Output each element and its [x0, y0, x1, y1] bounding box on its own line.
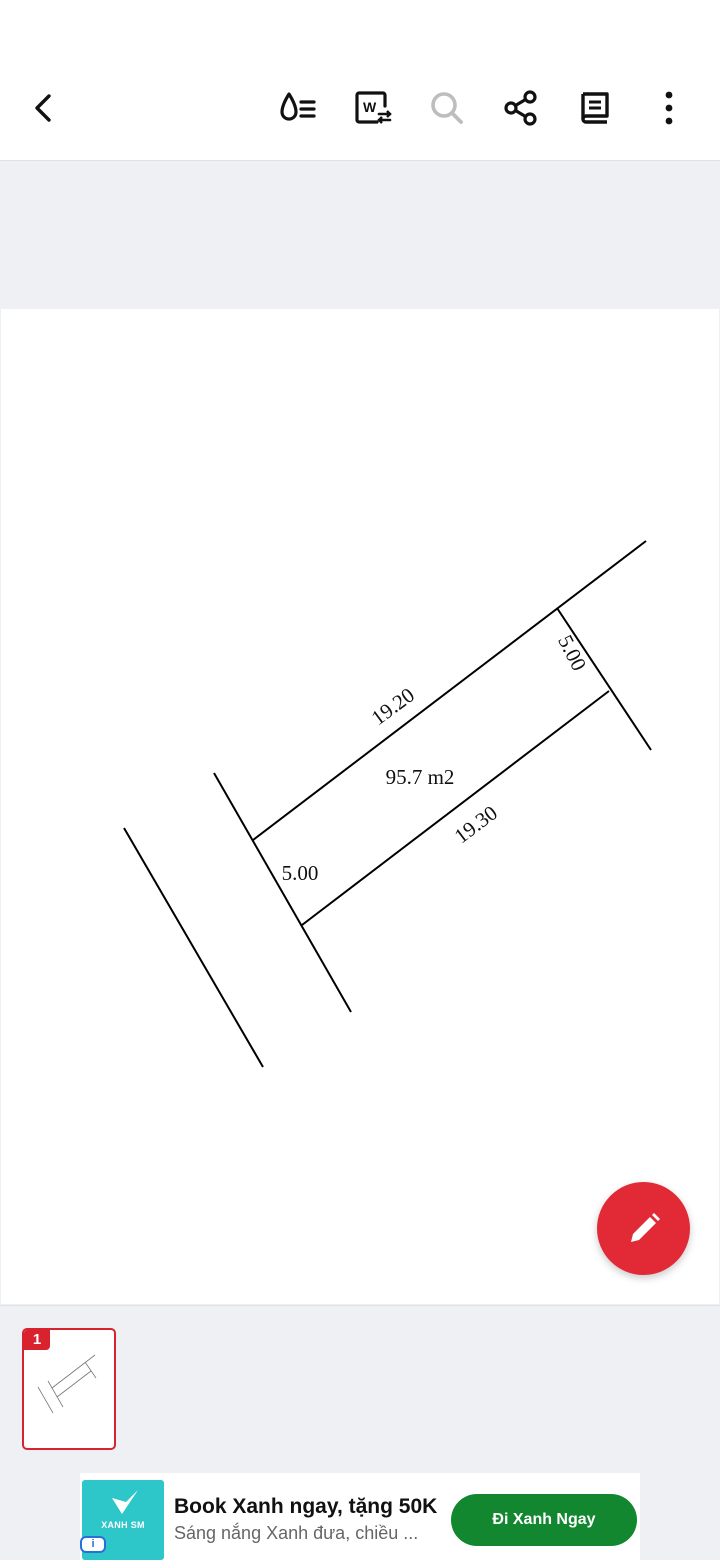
- xanh-sm-logo-icon: [112, 1490, 138, 1514]
- road-edge-line: [123, 827, 264, 1068]
- boundary-line-right: [556, 607, 652, 751]
- ad-subtitle: Sáng nắng Xanh đưa, chiều ...: [174, 1523, 419, 1543]
- edit-fab-button[interactable]: [597, 1182, 690, 1275]
- more-options-button[interactable]: [645, 84, 693, 132]
- search-icon: [431, 92, 463, 124]
- svg-text:W: W: [363, 99, 377, 115]
- more-vertical-icon: [665, 91, 673, 125]
- left-width-label: 5.00: [282, 861, 319, 885]
- ad-title: Book Xanh ngay, tặng 50K: [174, 1495, 438, 1518]
- document-page[interactable]: 19.20 19.30 5.00 5.00 95.7 m2: [1, 309, 719, 1304]
- word-convert-button[interactable]: W: [349, 84, 397, 132]
- share-icon: [504, 90, 537, 126]
- right-width-label: 5.00: [553, 631, 591, 675]
- area-label: 95.7 m2: [386, 765, 455, 789]
- ink-drop-menu-button[interactable]: [274, 84, 322, 132]
- ad-banner[interactable]: XANH SM i Book Xanh ngay, tặng 50K Sáng …: [80, 1473, 640, 1560]
- land-plot-drawing: 19.20 19.30 5.00 5.00 95.7 m2: [123, 540, 652, 1068]
- plot-bottom-edge: [301, 690, 610, 926]
- back-button[interactable]: [21, 84, 69, 132]
- page-number-badge: 1: [24, 1330, 50, 1350]
- word-convert-icon: W: [355, 91, 392, 124]
- ad-cta-button[interactable]: Đi Xanh Ngay: [451, 1494, 637, 1546]
- ink-drop-menu-icon: [280, 92, 316, 121]
- search-button[interactable]: [423, 84, 471, 132]
- ad-info-icon[interactable]: i: [80, 1536, 106, 1553]
- boundary-line-left: [213, 772, 352, 1013]
- bottom-length-label: 19.30: [450, 801, 502, 849]
- plot-top-edge: [252, 540, 647, 841]
- back-icon: [35, 94, 51, 122]
- top-toolbar: W: [0, 0, 720, 161]
- book-mode-button[interactable]: [571, 84, 619, 132]
- top-length-label: 19.20: [367, 683, 419, 730]
- page-thumbnail-strip: 1: [0, 1305, 720, 1473]
- share-button[interactable]: [497, 84, 545, 132]
- pencil-icon: [630, 1212, 660, 1242]
- pdf-viewer-screen: W 19.20 19.30 5.00 5.00 95.7 m2 1 XANH S…: [0, 0, 720, 1560]
- page-thumbnail[interactable]: 1: [22, 1328, 116, 1450]
- ad-logo-text: XANH SM: [101, 1520, 145, 1530]
- book-icon: [581, 92, 609, 124]
